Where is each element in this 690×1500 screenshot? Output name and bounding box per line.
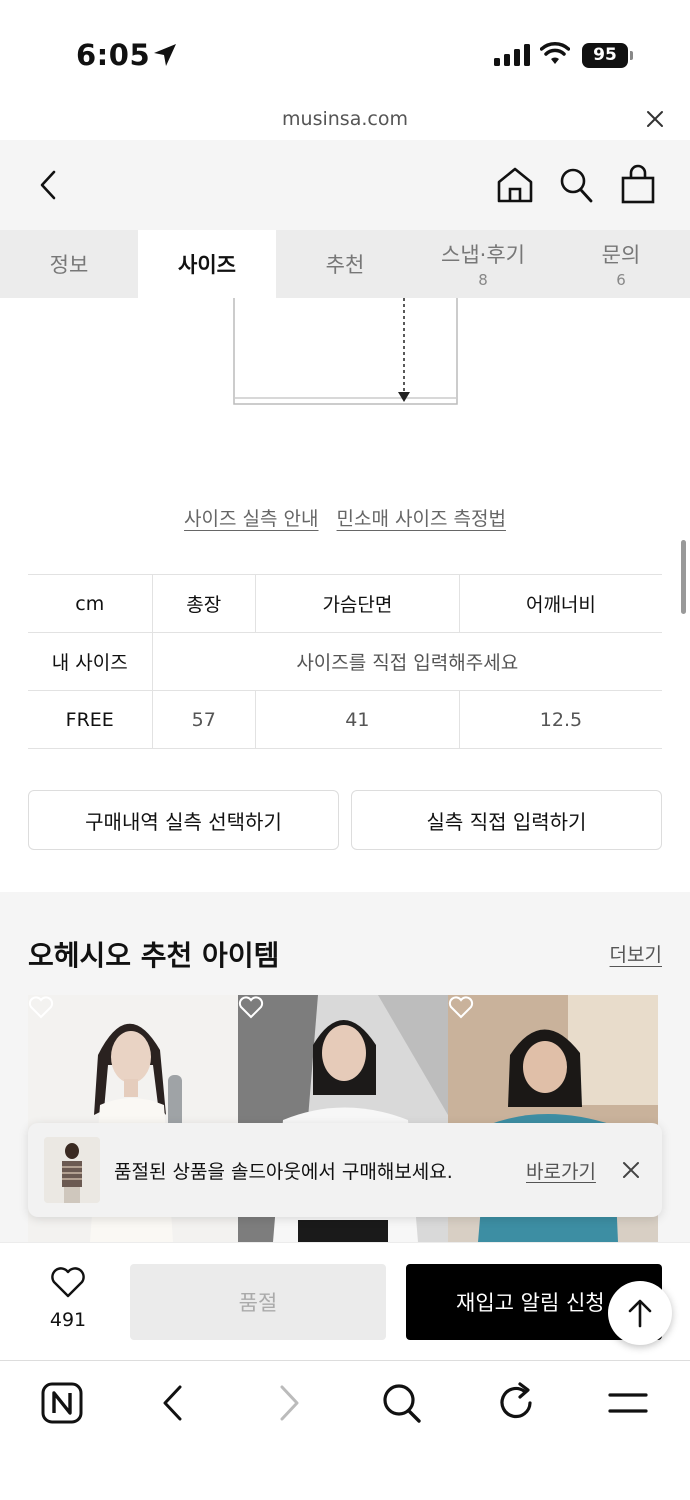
toast-go-link[interactable]: 바로가기 <box>526 1157 596 1184</box>
heart-icon[interactable] <box>448 995 474 1019</box>
battery-indicator: 95 <box>582 43 628 68</box>
back-arrow-icon[interactable] <box>34 168 64 202</box>
purchase-history-size-button[interactable]: 구매내역 실측 선택하기 <box>28 790 339 850</box>
soldout-toast: 품절된 상품을 솔드아웃에서 구매해보세요. 바로가기 <box>28 1123 662 1217</box>
url-bar[interactable]: musinsa.com <box>0 100 690 140</box>
tab-count: 8 <box>478 271 488 289</box>
size-links: 사이즈 실측 안내 민소매 사이즈 측정법 <box>0 504 690 531</box>
tab-label: 문의 <box>601 243 641 267</box>
more-link[interactable]: 더보기 <box>610 940 662 967</box>
my-size-input-prompt[interactable]: 사이즈를 직접 입력해주세요 <box>151 632 662 691</box>
table-cell: 57 <box>151 690 256 749</box>
menu-icon[interactable] <box>606 1381 650 1425</box>
browser-toolbar <box>0 1360 690 1500</box>
like-count: 491 <box>49 1309 87 1331</box>
status-time: 6:05 <box>76 38 151 72</box>
scroll-to-top-button[interactable] <box>608 1281 672 1345</box>
location-arrow-icon <box>154 44 176 66</box>
shopping-bag-icon[interactable] <box>620 164 656 204</box>
url-text[interactable]: musinsa.com <box>0 108 690 130</box>
tab-size[interactable]: 사이즈 <box>138 230 276 298</box>
tab-label: 정보 <box>49 253 89 277</box>
scroll-indicator[interactable] <box>681 540 686 614</box>
tab-inquiry[interactable]: 문의 6 <box>552 230 690 298</box>
search-icon[interactable] <box>558 166 594 204</box>
direct-input-size-button[interactable]: 실측 직접 입력하기 <box>351 790 662 850</box>
app-header <box>0 140 690 230</box>
browser-forward-icon[interactable] <box>266 1381 310 1425</box>
battery-tip <box>630 51 633 60</box>
table-row: FREE 57 41 12.5 <box>28 690 662 749</box>
tab-count: 6 <box>616 271 626 289</box>
product-tabs: 정보 사이즈 추천 스냅·후기 8 문의 6 <box>0 230 690 298</box>
close-icon[interactable] <box>622 1161 640 1179</box>
heart-icon[interactable] <box>50 1267 86 1299</box>
tab-label: 스냅·후기 <box>441 243 525 267</box>
home-icon[interactable] <box>496 166 534 204</box>
table-cell: 41 <box>254 690 460 749</box>
tab-snap-review[interactable]: 스냅·후기 8 <box>414 230 552 298</box>
measure-method-link[interactable]: 민소매 사이즈 측정법 <box>337 508 506 530</box>
column-header: 총장 <box>151 574 256 633</box>
heart-icon[interactable] <box>28 995 54 1019</box>
tab-recommend[interactable]: 추천 <box>276 230 414 298</box>
status-bar: 6:05 95 <box>0 0 690 100</box>
size-buttons: 구매내역 실측 선택하기 실측 직접 입력하기 <box>28 790 662 850</box>
search-icon[interactable] <box>380 1381 424 1425</box>
refresh-icon[interactable] <box>494 1381 538 1425</box>
tab-info[interactable]: 정보 <box>0 230 138 298</box>
soldout-button[interactable]: 품절 <box>130 1264 386 1340</box>
toast-message: 품절된 상품을 솔드아웃에서 구매해보세요. <box>114 1161 453 1183</box>
wifi-icon <box>540 42 570 64</box>
cellular-signal-icon <box>494 44 530 66</box>
browser-back-icon[interactable] <box>152 1381 196 1425</box>
my-size-label: 내 사이즈 <box>28 632 152 691</box>
toast-product-thumbnail <box>44 1137 100 1203</box>
size-table: cm 총장 가슴단면 어깨너비 내 사이즈 사이즈를 직접 입력해주세요 FRE… <box>28 574 662 749</box>
purchase-action-bar: 491 품절 재입고 알림 신청 <box>0 1242 690 1360</box>
column-header: 어깨너비 <box>458 574 662 633</box>
tab-label: 추천 <box>325 253 365 277</box>
my-size-row[interactable]: 내 사이즈 사이즈를 직접 입력해주세요 <box>28 632 662 691</box>
heart-icon[interactable] <box>238 995 264 1019</box>
recommend-title: 오헤시오 추천 아이템 <box>28 939 280 972</box>
column-header: 가슴단면 <box>254 574 460 633</box>
close-icon[interactable] <box>644 108 666 130</box>
size-label: FREE <box>28 690 152 749</box>
arrow-up-icon <box>628 1299 652 1328</box>
table-cell: 12.5 <box>458 690 662 749</box>
tab-label: 사이즈 <box>178 253 236 277</box>
unit-cell: cm <box>28 574 152 633</box>
table-header-row: cm 총장 가슴단면 어깨너비 <box>28 574 662 633</box>
naver-app-icon[interactable] <box>40 1381 84 1425</box>
size-diagram <box>233 298 458 405</box>
size-guide-link[interactable]: 사이즈 실측 안내 <box>184 508 318 530</box>
